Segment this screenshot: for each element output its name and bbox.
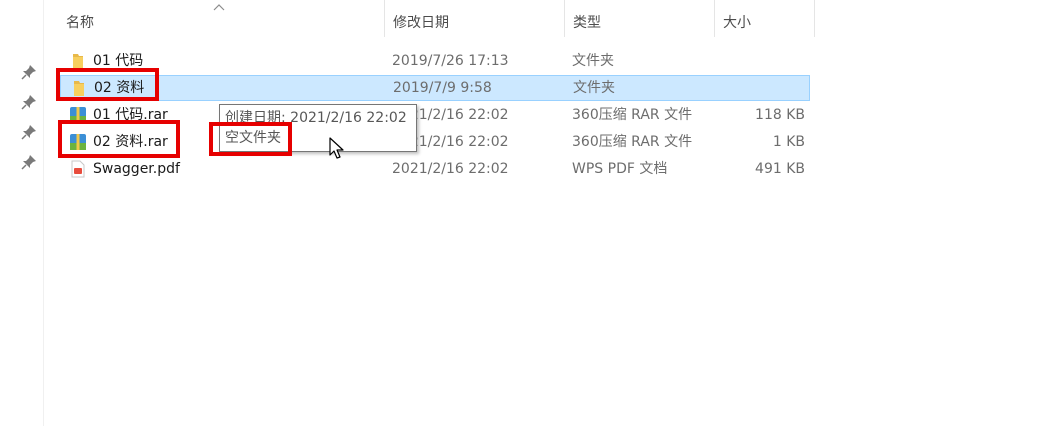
tooltip-empty-folder: 空文件夹 [225,130,281,146]
pin-icon[interactable] [20,93,38,111]
column-header-type[interactable]: 类型 [565,0,715,37]
file-type: 360压缩 RAR 文件 [572,134,693,150]
rar-archive-icon [70,107,86,123]
file-date: 2019/7/26 17:13 [392,53,509,69]
pin-icon[interactable] [20,153,38,171]
folder-icon [73,54,83,69]
file-name: 02 资料 [94,80,145,96]
column-header-bar: 名称 修改日期 类型 大小 [43,0,1046,46]
file-row[interactable]: 02 资料.rar 2021/2/16 22:02 360压缩 RAR 文件 1… [60,129,810,155]
column-header-size[interactable]: 大小 [715,0,815,37]
file-row[interactable]: 01 代码.rar 2021/2/16 22:02 360压缩 RAR 文件 1… [60,102,810,128]
file-type: 文件夹 [572,53,614,69]
navigation-pane [0,0,44,426]
pdf-icon [71,160,85,178]
folder-tooltip: 创建日期: 2021/2/16 22:02 空文件夹 [219,104,417,152]
pin-icon[interactable] [20,123,38,141]
pin-icon[interactable] [20,63,38,81]
file-name: 01 代码.rar [93,107,168,123]
file-row[interactable]: 01 代码 2019/7/26 17:13 文件夹 [60,48,810,74]
column-header-date[interactable]: 修改日期 [385,0,565,37]
tooltip-created-date: 创建日期: 2021/2/16 22:02 [225,110,407,126]
file-name: 02 资料.rar [93,134,168,150]
file-row[interactable]: Swagger.pdf 2021/2/16 22:02 WPS PDF 文档 4… [60,156,810,182]
file-date: 2019/7/9 9:58 [393,80,492,96]
file-size: 1 KB [772,134,805,150]
file-size: 118 KB [755,107,805,123]
file-name: 01 代码 [93,53,144,69]
mouse-cursor-icon [329,137,344,159]
file-type: 360压缩 RAR 文件 [572,107,693,123]
file-type: 文件夹 [573,80,615,96]
file-size [711,75,806,101]
rar-archive-icon [70,134,86,150]
file-name: Swagger.pdf [93,161,180,177]
file-date: 2021/2/16 22:02 [392,161,509,177]
file-size [710,48,805,74]
file-row-selected[interactable]: 02 资料 2019/7/9 9:58 文件夹 [60,75,810,101]
column-header-name[interactable]: 名称 [58,0,385,37]
folder-icon [74,81,84,96]
file-type: WPS PDF 文档 [572,161,668,177]
file-size: 491 KB [755,161,805,177]
